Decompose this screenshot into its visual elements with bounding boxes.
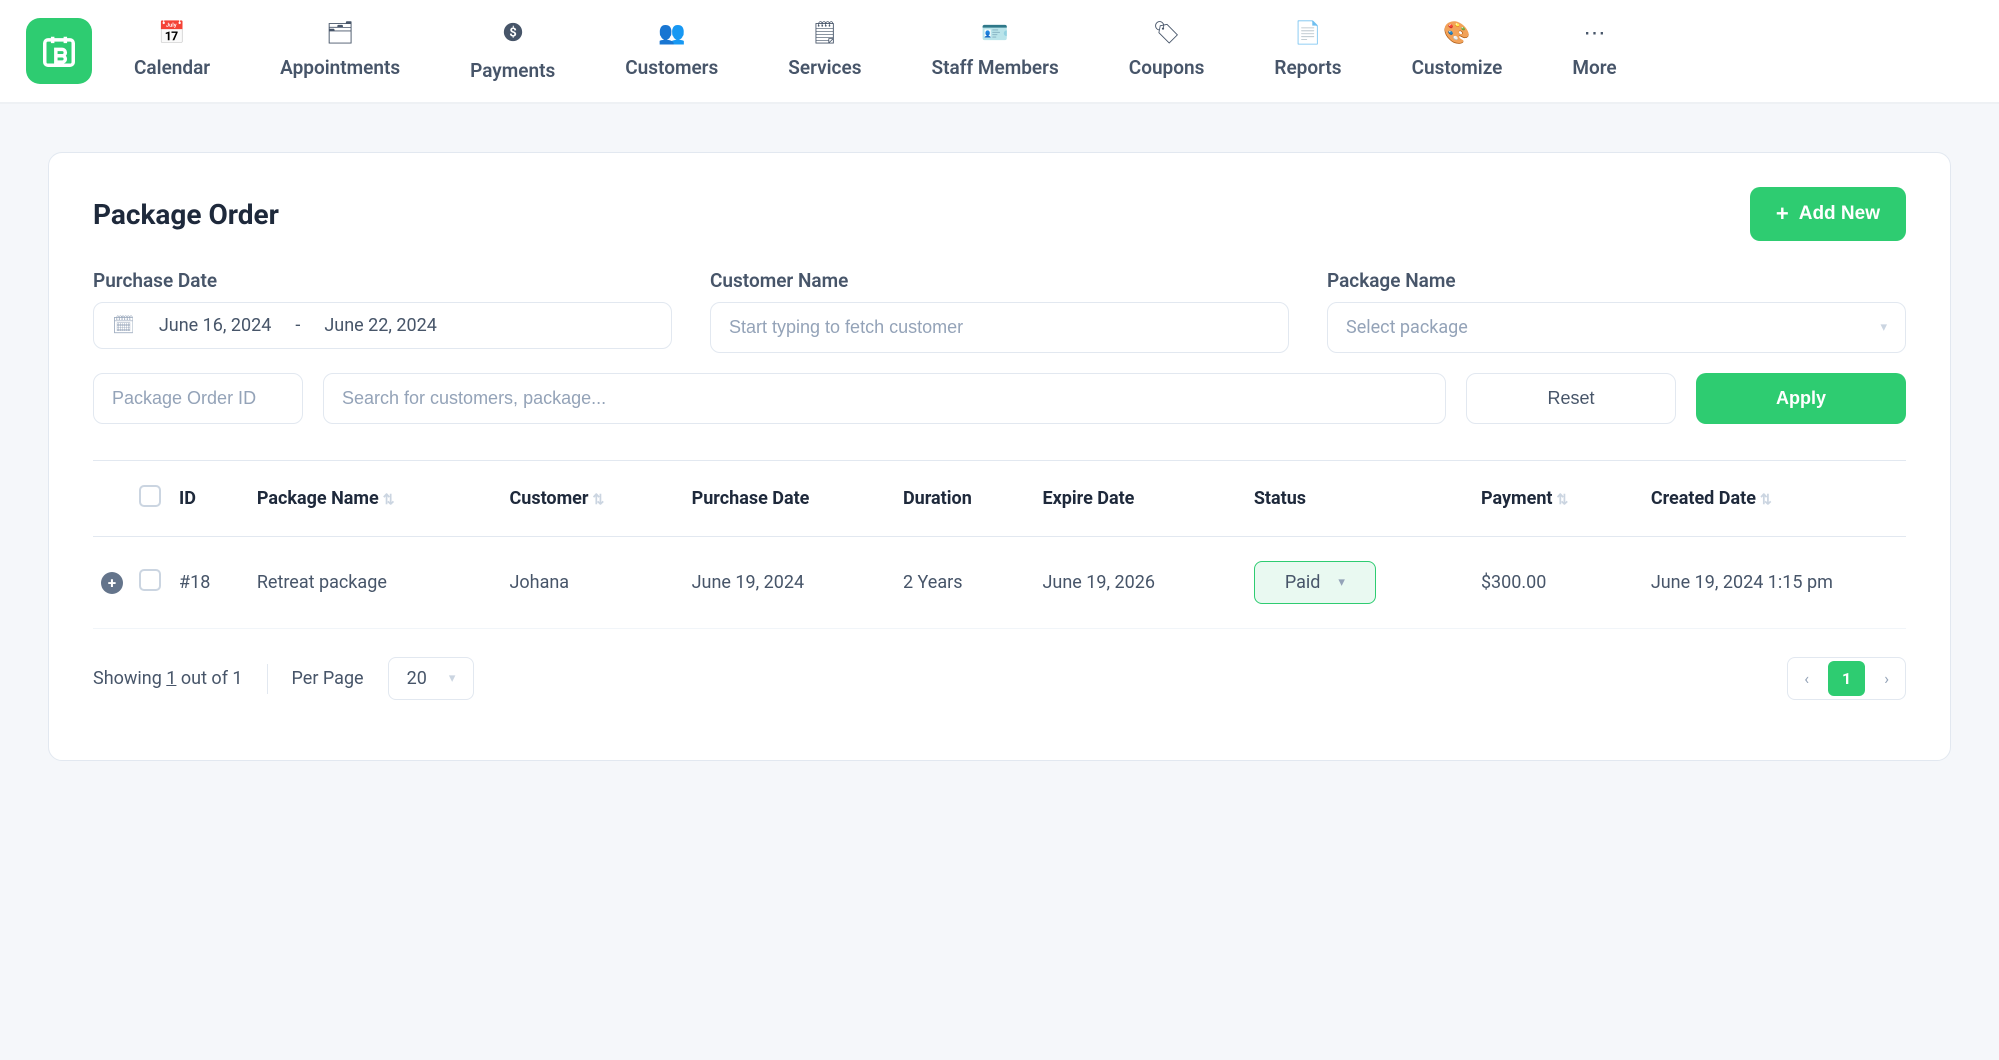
nav-staff[interactable]: 🪪 Staff Members [931,21,1058,82]
showing-text: Showing 1 out of 1 [93,668,243,689]
staff-icon: 🪪 [981,21,1008,46]
sort-icon[interactable]: ⇅ [383,492,395,508]
nav-coupons[interactable]: 🏷 Coupons [1129,21,1205,82]
expand-row-button[interactable]: + [101,572,123,594]
customize-icon: 🎨 [1443,21,1470,46]
row-checkbox[interactable] [139,569,161,591]
nav-more[interactable]: ⋯ More [1572,21,1616,82]
date-to: June 22, 2024 [324,315,437,336]
nav-label: Customize [1412,56,1503,79]
nav-items: 📅 Calendar 🗂 Appointments $ Payments 👥 Custo… [134,21,1973,82]
package-name-label: Package Name [1327,269,1906,292]
col-duration: Duration [895,461,1035,537]
nav-label: Payments [470,59,555,82]
sort-icon[interactable]: ⇅ [1557,492,1569,508]
nav-payments[interactable]: $ Payments [470,21,555,82]
add-new-button[interactable]: + Add New [1750,187,1906,241]
cell-id: #18 [171,537,249,629]
plus-icon: + [1776,201,1789,227]
appointments-icon: 🗂 [326,21,354,46]
app-logo[interactable] [26,18,92,84]
nav-label: More [1572,56,1616,79]
nav-label: Customers [625,56,718,79]
col-customer: Customer⇅ [501,461,683,537]
sort-icon[interactable]: ⇅ [593,492,605,508]
nav-label: Coupons [1129,56,1205,79]
chevron-down-icon: ▾ [1880,320,1887,335]
pagination: ‹ 1 › [1787,657,1906,700]
date-from: June 16, 2024 [159,315,272,336]
nav-label: Staff Members [931,56,1058,79]
main-card: Package Order + Add New Purchase Date 🗓 … [48,152,1951,761]
col-payment: Payment⇅ [1473,461,1643,537]
nav-label: Calendar [134,56,210,79]
cell-customer: Johana [501,537,683,629]
reports-icon: 📄 [1294,21,1321,46]
calendar-icon: 🗓 [112,315,135,336]
divider [267,664,268,694]
nav-customers[interactable]: 👥 Customers [625,21,718,82]
nav-label: Appointments [280,56,400,79]
date-range-picker[interactable]: 🗓 June 16, 2024 - June 22, 2024 [93,302,672,349]
table-row: + #18 Retreat package Johana June 19, 20… [93,537,1906,629]
col-status: Status [1246,461,1473,537]
top-nav: 📅 Calendar 🗂 Appointments $ Payments 👥 Custo… [0,0,1999,104]
col-package-name: Package Name⇅ [249,461,502,537]
nav-services[interactable]: 🗒 Services [788,21,861,82]
services-icon: 🗒 [811,21,839,46]
nav-calendar[interactable]: 📅 Calendar [134,21,210,82]
nav-appointments[interactable]: 🗂 Appointments [280,21,400,82]
reset-button[interactable]: Reset [1466,373,1676,424]
calendar-icon: 📅 [158,21,185,46]
select-all-checkbox[interactable] [139,485,161,507]
per-page-select[interactable]: 20 ▾ [388,657,475,700]
per-page-label: Per Page [292,668,364,689]
chevron-down-icon: ▾ [1338,575,1345,590]
cell-created-date: June 19, 2024 1:15 pm [1643,537,1906,629]
cell-purchase-date: June 19, 2024 [684,537,895,629]
col-id: ID [171,461,249,537]
next-page-button[interactable]: › [1868,659,1905,698]
page-number-button[interactable]: 1 [1828,661,1865,696]
nav-label: Reports [1274,56,1341,79]
status-value: Paid [1285,572,1321,593]
per-page-value: 20 [407,668,427,689]
status-select[interactable]: Paid ▾ [1254,561,1376,604]
apply-button[interactable]: Apply [1696,373,1906,424]
coupons-icon: 🏷 [1153,21,1181,46]
cell-package-name: Retreat package [249,537,502,629]
page-title: Package Order [93,198,279,231]
customers-icon: 👥 [658,21,685,46]
svg-text:$: $ [509,25,516,40]
package-select[interactable]: Select package ▾ [1327,302,1906,353]
more-icon: ⋯ [1584,21,1606,46]
nav-customize[interactable]: 🎨 Customize [1412,21,1503,82]
orders-table: ID Package Name⇅ Customer⇅ Purchase Date… [93,461,1906,629]
prev-page-button[interactable]: ‹ [1788,659,1825,698]
customer-name-input[interactable] [710,302,1289,353]
cell-expire-date: June 19, 2026 [1034,537,1245,629]
col-expire-date: Expire Date [1034,461,1245,537]
col-purchase-date: Purchase Date [684,461,895,537]
purchase-date-label: Purchase Date [93,269,672,292]
logo-icon [40,32,78,70]
customer-name-label: Customer Name [710,269,1289,292]
chevron-down-icon: ▾ [449,671,456,686]
date-sep: - [295,315,300,336]
add-new-label: Add New [1799,203,1880,225]
order-id-input[interactable] [93,373,303,424]
sort-icon[interactable]: ⇅ [1760,492,1772,508]
cell-payment: $300.00 [1473,537,1643,629]
nav-reports[interactable]: 📄 Reports [1274,21,1341,82]
nav-label: Services [788,56,861,79]
search-input[interactable] [323,373,1446,424]
cell-duration: 2 Years [895,537,1035,629]
col-created-date: Created Date⇅ [1643,461,1906,537]
package-select-placeholder: Select package [1346,317,1468,338]
payments-icon: $ [502,21,524,49]
